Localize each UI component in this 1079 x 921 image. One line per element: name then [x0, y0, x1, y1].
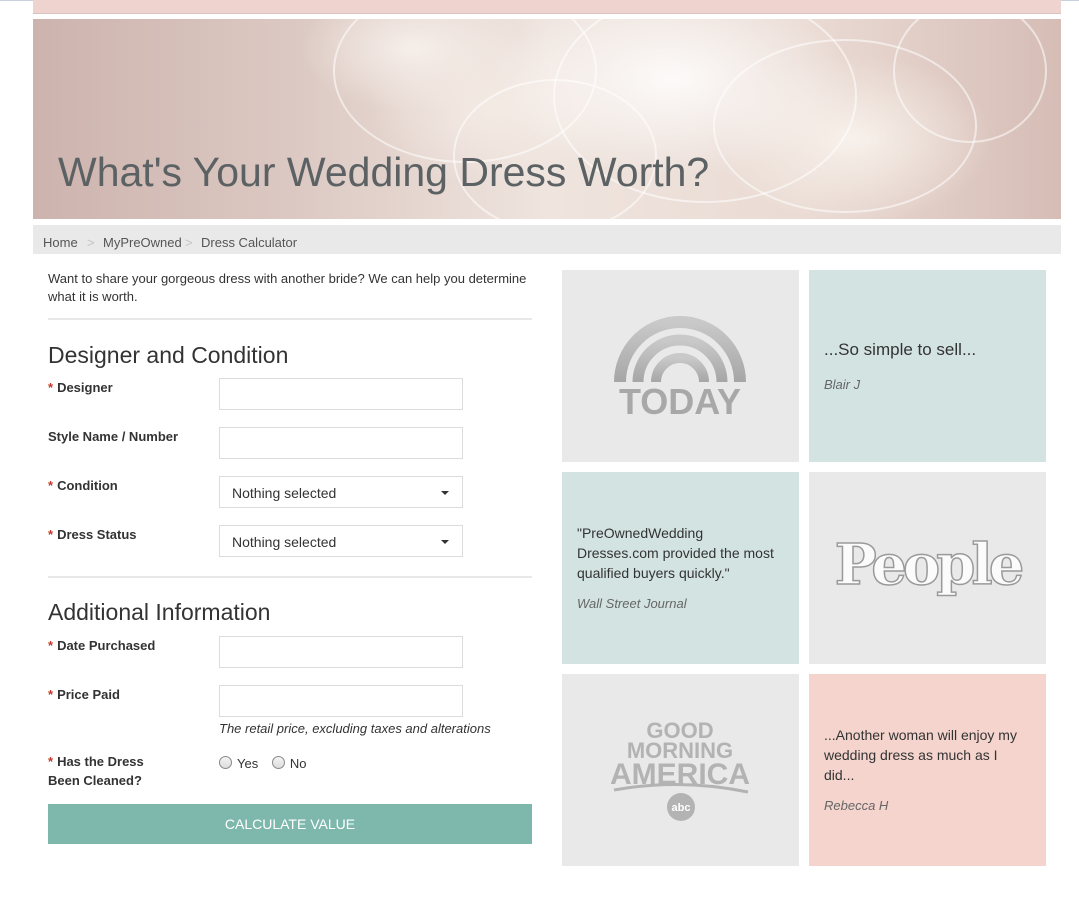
price-paid-hint: The retail price, excluding taxes and al… [219, 721, 491, 736]
breadcrumb-home-link[interactable]: Home [43, 235, 78, 250]
cleaned-yes-label[interactable]: Yes [237, 756, 258, 771]
designer-label: * Designer [48, 380, 113, 395]
chevron-down-icon [441, 540, 449, 544]
cleaned-radio-group: Yes No [219, 756, 316, 771]
top-nav-bar [33, 0, 1061, 14]
condition-select-value: Nothing selected [232, 485, 337, 501]
designer-input[interactable] [219, 378, 463, 410]
breadcrumb-separator: > [185, 235, 193, 250]
dress-status-select-value: Nothing selected [232, 534, 337, 550]
date-purchased-label: * Date Purchased [48, 638, 156, 653]
style-number-input[interactable] [219, 427, 463, 459]
required-marker: * [48, 527, 54, 542]
cleaned-label: * Has the Dress Been Cleaned? [48, 754, 144, 788]
condition-label: * Condition [48, 478, 118, 493]
hero-banner: What's Your Wedding Dress Worth? [33, 19, 1061, 219]
testimonial-tile: ...So simple to sell... Blair J [809, 270, 1046, 462]
testimonial-author: Wall Street Journal [577, 596, 687, 611]
cleaned-no-label[interactable]: No [290, 756, 307, 771]
abc-badge: abc [672, 802, 691, 814]
breadcrumb-separator: > [87, 235, 95, 250]
additional-section-title: Additional Information [48, 599, 271, 625]
calculate-value-button[interactable]: CALCULATE VALUE [48, 804, 532, 844]
required-marker: * [48, 754, 54, 769]
page-title: What's Your Wedding Dress Worth? [58, 149, 710, 195]
today-logo-icon: TODAY [614, 316, 746, 422]
testimonial-quote: "PreOwnedWedding Dresses.com provided th… [577, 525, 774, 581]
today-logo-tile: TODAY [562, 270, 799, 462]
dress-status-select[interactable]: Nothing selected [219, 525, 463, 557]
section-divider [48, 576, 532, 578]
gma-logo-icon: GOOD MORNING AMERICA abc [610, 718, 750, 821]
section-divider [48, 318, 532, 320]
testimonial-author: Rebecca H [824, 798, 889, 813]
people-logo: People [834, 531, 1025, 599]
style-label: Style Name / Number [48, 429, 179, 444]
required-marker: * [48, 687, 54, 702]
cleaned-yes-radio[interactable] [219, 756, 232, 769]
testimonial-quote: ...So simple to sell... [824, 340, 977, 359]
gma-logo-tile: GOOD MORNING AMERICA abc [562, 674, 799, 866]
people-logo-tile: People [809, 472, 1046, 664]
condition-select[interactable]: Nothing selected [219, 476, 463, 508]
testimonial-tile: ...Another woman will enjoy my wedding d… [809, 674, 1046, 866]
chevron-down-icon [441, 491, 449, 495]
required-marker: * [48, 380, 54, 395]
dress-status-label: * Dress Status [48, 527, 137, 542]
testimonial-quote: ...Another woman will enjoy my wedding d… [824, 727, 1017, 783]
breadcrumb-current: Dress Calculator [201, 235, 298, 250]
price-paid-label: * Price Paid [48, 687, 120, 702]
required-marker: * [48, 638, 54, 653]
designer-section-title: Designer and Condition [48, 342, 289, 368]
testimonial-tile: "PreOwnedWedding Dresses.com provided th… [562, 472, 799, 664]
cleaned-no-radio[interactable] [271, 756, 285, 769]
breadcrumb: Home > MyPreOwned > Dress Calculator [33, 225, 1061, 254]
date-purchased-input[interactable] [219, 636, 463, 668]
breadcrumb-mypreowned-link[interactable]: MyPreOwned [103, 235, 182, 250]
price-paid-input[interactable] [219, 685, 463, 717]
today-logo-text: TODAY [619, 381, 741, 422]
intro-text: Want to share your gorgeous dress with a… [48, 271, 527, 304]
required-marker: * [48, 478, 54, 493]
testimonial-author: Blair J [824, 377, 861, 392]
